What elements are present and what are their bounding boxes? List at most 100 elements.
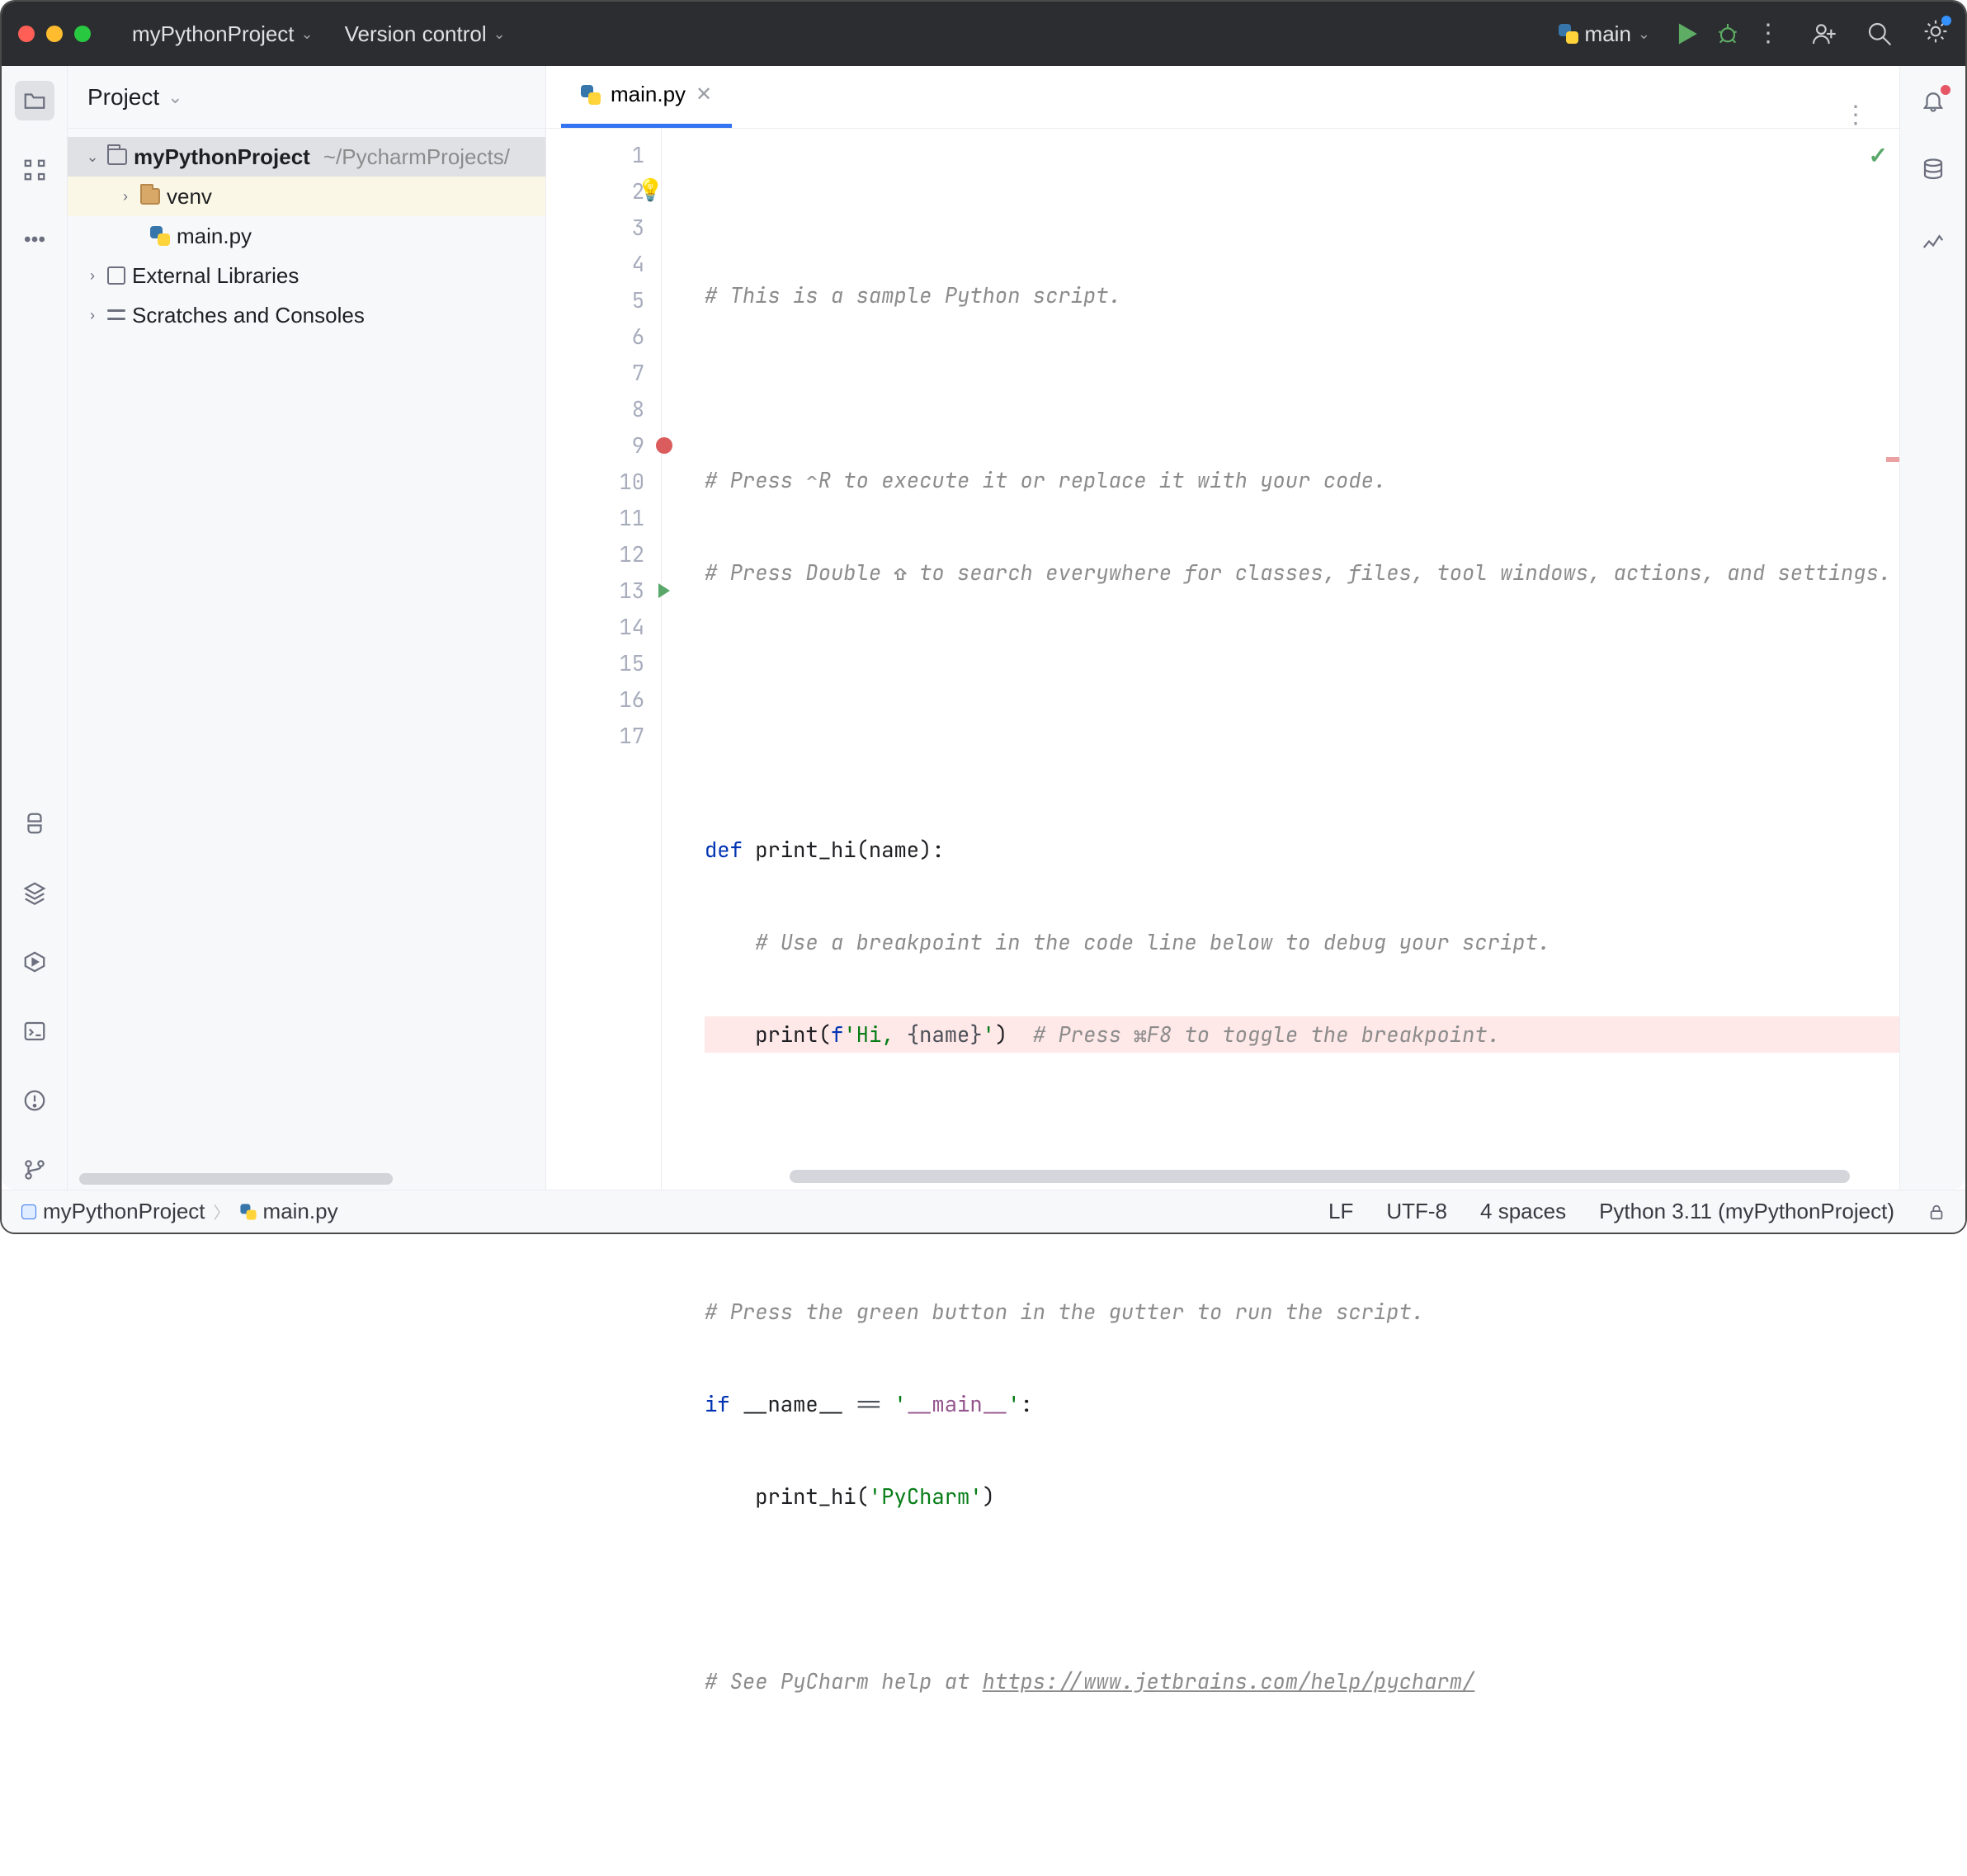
vcs-button[interactable] [15, 1150, 54, 1190]
library-icon [107, 266, 125, 285]
left-tool-rail [2, 66, 68, 1190]
packages-button[interactable] [15, 873, 54, 912]
lineno: 1 [632, 141, 644, 169]
builtin: print [755, 1020, 818, 1049]
project-panel-title: Project [87, 84, 159, 111]
lineno: 9 [632, 431, 644, 460]
comment: # Use a breakpoint in the code line belo… [705, 928, 1550, 956]
tree-main-file[interactable]: main.py [68, 216, 545, 256]
op: == [843, 1390, 894, 1418]
branch-icon [22, 1157, 47, 1182]
project-name: myPythonProject [132, 21, 295, 47]
tree-root[interactable]: ⌄ myPythonProject ~/PycharmProjects/ [68, 137, 545, 177]
lineno: 8 [632, 395, 644, 423]
editor-zone: main.py ✕ ⋮ 1 2 3 4 5 6 7 8 9 10 11 12 1… [546, 66, 1899, 1190]
comment: # Press ⌘F8 to toggle the breakpoint. [1007, 1020, 1500, 1049]
editor-tabs: main.py ✕ ⋮ [546, 66, 1899, 129]
lineno: 7 [632, 359, 644, 387]
paren: ( [818, 1020, 831, 1049]
comment: # This is a sample Python script. [705, 281, 1121, 309]
tree-scratches-label: Scratches and Consoles [132, 303, 365, 328]
chevron-right-icon: 〉 [214, 1200, 230, 1223]
chevron-right-icon: › [117, 188, 134, 205]
settings-button[interactable] [1922, 18, 1949, 50]
tab-more-button[interactable]: ⋮ [1827, 103, 1884, 128]
crumb-file[interactable]: main.py [263, 1199, 338, 1224]
search-icon[interactable] [1866, 21, 1893, 47]
tab-main-label: main.py [611, 82, 686, 107]
lineno: 4 [632, 250, 644, 278]
tree-scratches[interactable]: › Scratches and Consoles [68, 295, 545, 335]
editor[interactable]: 1 2 3 4 5 6 7 8 9 10 11 12 13 14 15 16 1… [546, 129, 1899, 1190]
comment-link[interactable]: https://www.jetbrains.com/help/pycharm/ [983, 1667, 1475, 1695]
close-tab-icon[interactable]: ✕ [696, 82, 712, 106]
window-controls [18, 26, 91, 42]
project-tool-button[interactable] [15, 81, 54, 120]
paren: ) [983, 1482, 995, 1511]
crumb-root[interactable]: myPythonProject [43, 1199, 205, 1224]
vcs-label: Version control [345, 21, 487, 47]
intention-bulb-icon[interactable]: 💡 [637, 175, 663, 204]
editor-h-scrollbar[interactable] [790, 1170, 1850, 1183]
gutter: 1 2 3 4 5 6 7 8 9 10 11 12 13 14 15 16 1… [546, 129, 662, 1190]
string: ' [894, 1390, 907, 1418]
lineno: 12 [619, 540, 644, 568]
tree-root-path: ~/PycharmProjects/ [323, 144, 510, 170]
gear-icon [1922, 18, 1949, 45]
chevron-down-icon: ⌄ [493, 26, 506, 43]
maximize-window[interactable] [74, 26, 91, 42]
notifications-button[interactable] [1913, 81, 1953, 120]
tree-venv[interactable]: › venv [68, 177, 545, 216]
string: ' [843, 1020, 856, 1049]
structure-icon [22, 158, 47, 182]
run-config-dropdown[interactable]: main ⌄ [1550, 16, 1658, 52]
code-area[interactable]: 💡 ✓ # This is a sample Python script. # … [662, 129, 1899, 1190]
right-tool-rail [1899, 66, 1965, 1190]
terminal-button[interactable] [15, 1011, 54, 1051]
code-with-me-icon[interactable] [1810, 21, 1837, 47]
play-icon[interactable] [1673, 21, 1700, 47]
ai-assistant-button[interactable] [1913, 219, 1953, 259]
vcs-dropdown[interactable]: Version control ⌄ [337, 16, 514, 52]
error-stripe-marker[interactable] [1886, 457, 1899, 462]
database-button[interactable] [1913, 150, 1953, 190]
structure-tool-button[interactable] [15, 150, 54, 190]
tree-root-name: myPythonProject [134, 144, 310, 170]
more-tools-button[interactable] [15, 219, 54, 259]
bell-icon [1921, 88, 1946, 113]
readonly-icon[interactable] [1927, 1203, 1946, 1221]
string: ' [1007, 1390, 1020, 1418]
minimize-window[interactable] [46, 26, 63, 42]
indent [705, 1482, 755, 1511]
project-scrollbar[interactable] [79, 1173, 393, 1185]
project-panel: Project ⌄ ⌄ myPythonProject ~/PycharmPro… [68, 66, 546, 1190]
ellipsis-icon [22, 227, 47, 252]
project-panel-header[interactable]: Project ⌄ [68, 66, 545, 129]
terminal-icon [22, 1019, 47, 1044]
project-dropdown[interactable]: myPythonProject ⌄ [124, 16, 322, 52]
problems-button[interactable] [15, 1081, 54, 1120]
fstring-prefix: f [831, 1020, 843, 1049]
python-icon [150, 226, 170, 246]
tab-main[interactable]: main.py ✕ [561, 65, 732, 128]
string: __main__ [907, 1390, 1007, 1418]
keyword: if [705, 1390, 743, 1418]
project-tree: ⌄ myPythonProject ~/PycharmProjects/ › v… [68, 129, 545, 1190]
titlebar: myPythonProject ⌄ Version control ⌄ main… [2, 2, 1965, 66]
inspection-ok-icon[interactable]: ✓ [1869, 140, 1888, 171]
close-window[interactable] [18, 26, 35, 42]
python-icon [240, 1204, 256, 1219]
chevron-down-icon: ⌄ [167, 87, 182, 108]
chevron-down-icon: ⌄ [301, 26, 314, 43]
debug-icon[interactable] [1715, 21, 1741, 47]
lineno: 5 [632, 286, 644, 314]
python-console-button[interactable] [15, 804, 54, 843]
lineno: 15 [619, 649, 644, 677]
more-run-icon[interactable]: ⋮ [1756, 21, 1781, 46]
services-button[interactable] [15, 942, 54, 982]
lineno: 16 [619, 686, 644, 714]
chevron-right-icon: › [84, 267, 101, 285]
tree-external-libs[interactable]: › External Libraries [68, 256, 545, 295]
string: 'PyCharm' [869, 1482, 983, 1511]
params: (name): [856, 836, 945, 864]
